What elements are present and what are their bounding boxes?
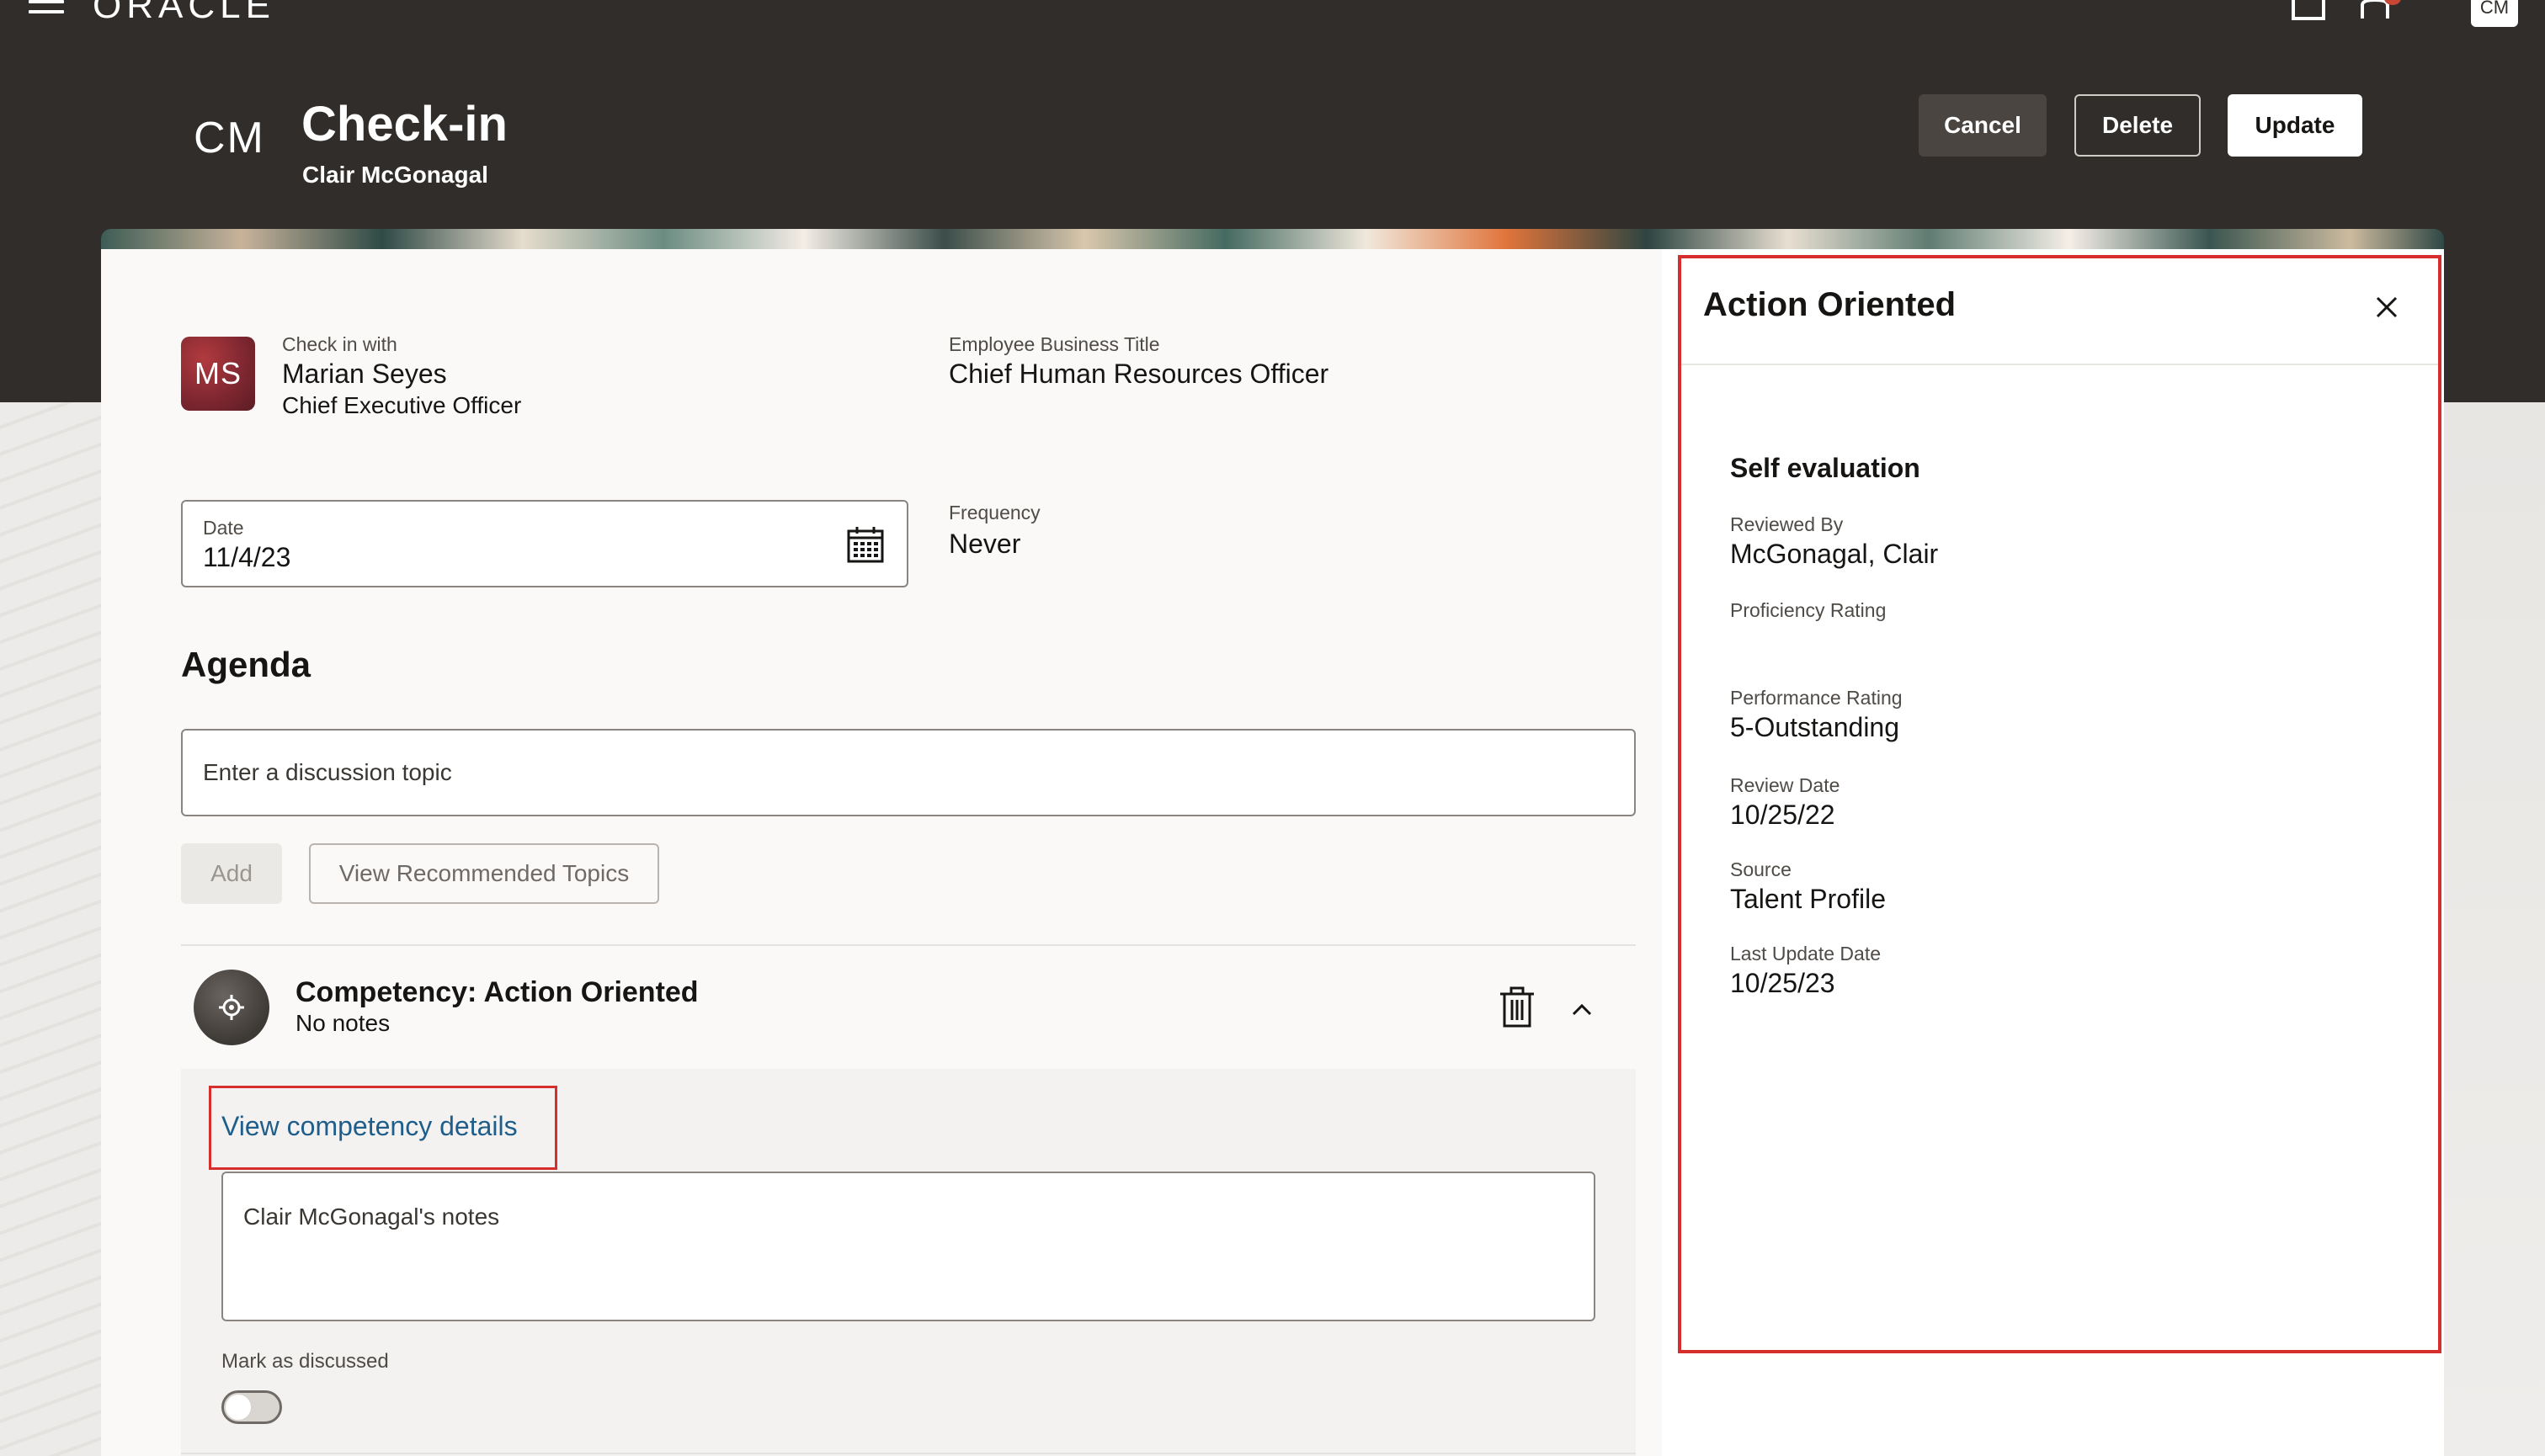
trash-icon[interactable]: [1499, 986, 1536, 1028]
competency-icon: [194, 970, 269, 1045]
card-bottom-divider: [181, 1453, 1636, 1454]
competency-notes-summary: No notes: [295, 1010, 391, 1036]
mark-discussed-toggle[interactable]: [221, 1390, 282, 1424]
close-icon[interactable]: [2374, 295, 2399, 320]
panel-divider: [1681, 364, 2438, 365]
frequency-value: Never: [949, 529, 1021, 559]
review-date-value: 10/25/22: [1730, 800, 1835, 830]
last-update-date-label: Last Update Date: [1730, 943, 1882, 964]
date-field[interactable]: Date 11/4/23: [181, 500, 908, 587]
view-competency-details-link[interactable]: View competency details: [221, 1111, 518, 1142]
reviewed-by-value: McGonagal, Clair: [1730, 539, 1939, 569]
source-label: Source: [1730, 858, 1792, 880]
business-title-label: Employee Business Title: [949, 333, 1160, 355]
reviewed-by-label: Reviewed By: [1730, 513, 1844, 535]
agenda-title: Agenda: [181, 645, 311, 684]
frequency-label: Frequency: [949, 502, 1041, 523]
brand-logo: ORACLE: [93, 0, 275, 26]
page-title: Check-in: [301, 97, 508, 151]
hamburger-menu-icon[interactable]: [29, 0, 64, 15]
competency-title: Competency: Action Oriented: [295, 976, 699, 1008]
calendar-icon[interactable]: [846, 525, 885, 564]
date-label: Date: [203, 517, 244, 539]
gear-icon: [219, 995, 244, 1020]
date-value[interactable]: 11/4/23: [203, 542, 290, 573]
checkin-with-title: Chief Executive Officer: [282, 392, 522, 418]
home-icon[interactable]: [2292, 0, 2325, 20]
performance-rating-value: 5-Outstanding: [1730, 712, 1900, 742]
add-topic-button[interactable]: Add: [181, 843, 282, 904]
delete-button[interactable]: Delete: [2074, 94, 2201, 157]
self-evaluation-title: Self evaluation: [1730, 453, 1920, 483]
user-avatar[interactable]: CM: [2471, 0, 2518, 27]
last-update-date-value: 10/25/23: [1730, 968, 1835, 998]
business-title-value: Chief Human Resources Officer: [949, 359, 1329, 389]
panel-title: Action Oriented: [1703, 286, 1957, 323]
review-date-label: Review Date: [1730, 774, 1840, 796]
checkin-with-name: Marian Seyes: [282, 359, 447, 389]
view-recommended-topics-button[interactable]: View Recommended Topics: [309, 843, 659, 904]
checkin-with-avatar: MS: [181, 337, 255, 411]
update-button[interactable]: Update: [2228, 94, 2362, 157]
discussion-topic-input[interactable]: [181, 729, 1636, 816]
page-header-initials: CM: [194, 114, 265, 162]
toggle-knob: [226, 1395, 251, 1420]
cancel-button[interactable]: Cancel: [1919, 94, 2047, 157]
proficiency-rating-label: Proficiency Rating: [1730, 599, 1887, 621]
decorative-banner: [101, 229, 2444, 249]
agenda-divider: [181, 944, 1636, 946]
notes-textarea[interactable]: [221, 1172, 1595, 1321]
background-pattern-left: [0, 402, 101, 1456]
chevron-up-icon[interactable]: [1571, 1002, 1593, 1017]
mark-discussed-label: Mark as discussed: [221, 1350, 389, 1373]
performance-rating-label: Performance Rating: [1730, 687, 1903, 709]
page-subtitle: Clair McGonagal: [302, 162, 488, 188]
background-pattern-right: [2444, 402, 2545, 1456]
source-value: Talent Profile: [1730, 884, 1886, 914]
checkin-with-label: Check in with: [282, 333, 397, 355]
